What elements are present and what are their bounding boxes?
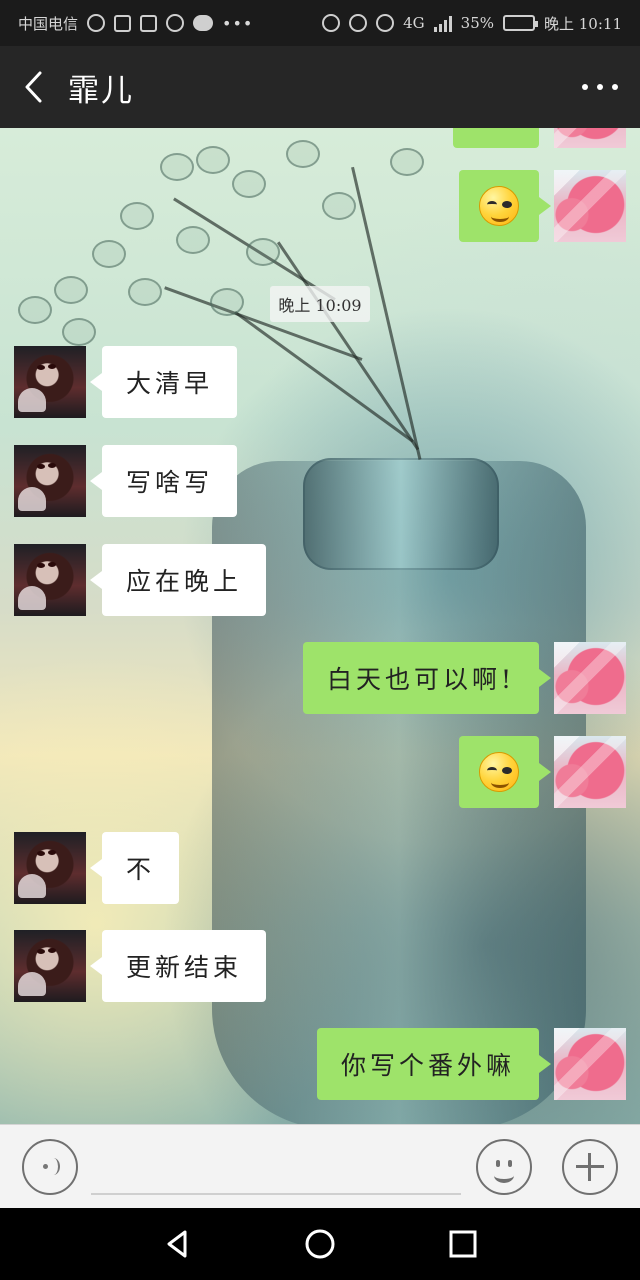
partial-outgoing-bubble[interactable] bbox=[453, 128, 539, 148]
chat-header: 霏儿 bbox=[0, 46, 640, 128]
more-notifications-icon: ••• bbox=[222, 13, 254, 33]
avatar-image bbox=[554, 736, 626, 808]
incoming-message-bubble[interactable]: 不 bbox=[89, 832, 180, 904]
background-leaf bbox=[210, 288, 244, 316]
alarm-icon bbox=[349, 14, 368, 32]
more-dot-icon bbox=[612, 84, 618, 90]
more-dot-icon bbox=[582, 84, 588, 90]
message-row bbox=[0, 128, 640, 148]
avatar-image bbox=[14, 544, 86, 616]
message-row: 不 bbox=[0, 832, 640, 904]
battery-percent: 35% bbox=[460, 14, 494, 32]
signal-icon bbox=[433, 14, 452, 32]
background-leaf bbox=[62, 318, 96, 346]
nav-back-button[interactable] bbox=[160, 1226, 196, 1262]
outgoing-message-bubble[interactable]: 白天也可以啊! bbox=[302, 642, 552, 714]
status-time: 晚上 10:11 bbox=[544, 14, 622, 33]
avatar-image bbox=[554, 170, 626, 242]
nav-home-button[interactable] bbox=[302, 1226, 338, 1262]
background-leaf bbox=[92, 240, 126, 268]
emoji-icon bbox=[489, 1152, 519, 1183]
system-navigation-bar bbox=[0, 1208, 640, 1280]
avatar-image bbox=[554, 1028, 626, 1100]
friend-avatar[interactable] bbox=[14, 544, 86, 616]
background-leaf bbox=[246, 238, 280, 266]
incoming-message-bubble[interactable]: 应在晚上 bbox=[89, 544, 267, 616]
my-avatar[interactable] bbox=[554, 736, 626, 808]
settings-icon bbox=[166, 14, 185, 32]
emoji-message-bubble[interactable] bbox=[459, 170, 551, 242]
outgoing-message-bubble[interactable]: 你写个番外嘛 bbox=[316, 1028, 552, 1100]
eye-icon bbox=[376, 14, 395, 32]
avatar-image bbox=[554, 642, 626, 714]
back-button[interactable] bbox=[0, 46, 68, 128]
background-leaf bbox=[54, 276, 88, 304]
incoming-message-bubble[interactable]: 大清早 bbox=[89, 346, 238, 418]
chat-message-area[interactable]: 晚上 10:09 大清早 写啥写 应在晚上 白天也可以啊! 不 更新结束 你写个… bbox=[0, 128, 640, 1124]
voice-button[interactable] bbox=[22, 1139, 78, 1195]
message-icon bbox=[193, 15, 214, 31]
message-row bbox=[0, 736, 640, 808]
emoji-message-bubble[interactable] bbox=[459, 736, 551, 808]
smile-emoji-icon bbox=[479, 186, 519, 226]
my-avatar[interactable] bbox=[554, 1028, 626, 1100]
message-input[interactable] bbox=[91, 1193, 461, 1195]
incoming-message-bubble[interactable]: 写啥写 bbox=[89, 445, 238, 517]
headphone-icon bbox=[322, 14, 341, 32]
status-right: 4G 35% 晚上 10:11 bbox=[322, 13, 622, 34]
my-avatar[interactable] bbox=[554, 128, 626, 148]
battery-icon bbox=[503, 15, 538, 31]
status-bar: 中国电信 ••• 4G 35% 晚上 10:11 bbox=[0, 0, 640, 46]
friend-avatar[interactable] bbox=[14, 930, 86, 1002]
avatar-image bbox=[14, 832, 86, 904]
more-dot-icon bbox=[597, 84, 603, 90]
avatar-image bbox=[14, 346, 86, 418]
chevron-left-icon bbox=[25, 71, 42, 103]
avatar-image bbox=[14, 930, 86, 1002]
background-leaf bbox=[128, 278, 162, 306]
message-row: 更新结束 bbox=[0, 930, 640, 1002]
avatar-image bbox=[14, 445, 86, 517]
message-row: 写啥写 bbox=[0, 445, 640, 517]
avatar-image bbox=[554, 128, 626, 148]
friend-avatar[interactable] bbox=[14, 445, 86, 517]
home-circle-icon bbox=[305, 1229, 335, 1259]
friend-avatar[interactable] bbox=[14, 346, 86, 418]
status-left: 中国电信 ••• bbox=[18, 13, 253, 34]
message-row bbox=[0, 170, 640, 242]
network-label: 4G bbox=[403, 14, 425, 32]
voice-icon bbox=[39, 1156, 61, 1178]
message-row: 应在晚上 bbox=[0, 544, 640, 616]
plus-icon bbox=[574, 1151, 606, 1183]
chat-title: 霏儿 bbox=[68, 72, 134, 109]
message-row: 大清早 bbox=[0, 346, 640, 418]
emoji-button[interactable] bbox=[476, 1139, 532, 1195]
background-leaf bbox=[18, 296, 52, 324]
nav-recent-button[interactable] bbox=[445, 1226, 481, 1262]
chat-time-separator: 晚上 10:09 bbox=[270, 286, 370, 322]
recent-square-icon bbox=[449, 1230, 477, 1258]
sync-icon bbox=[87, 14, 106, 32]
my-avatar[interactable] bbox=[554, 170, 626, 242]
friend-avatar[interactable] bbox=[14, 832, 86, 904]
message-row: 白天也可以啊! bbox=[0, 642, 640, 714]
more-button[interactable] bbox=[582, 77, 618, 97]
message-row: 你写个番外嘛 bbox=[0, 1028, 640, 1100]
plus-button[interactable] bbox=[562, 1139, 618, 1195]
video-icon bbox=[140, 14, 158, 32]
message-input-bar bbox=[0, 1124, 640, 1208]
smile-emoji-icon bbox=[479, 752, 519, 792]
my-avatar[interactable] bbox=[554, 642, 626, 714]
train-icon bbox=[114, 14, 132, 32]
carrier-label: 中国电信 bbox=[18, 14, 79, 33]
incoming-message-bubble[interactable]: 更新结束 bbox=[89, 930, 267, 1002]
back-triangle-icon bbox=[167, 1230, 187, 1258]
